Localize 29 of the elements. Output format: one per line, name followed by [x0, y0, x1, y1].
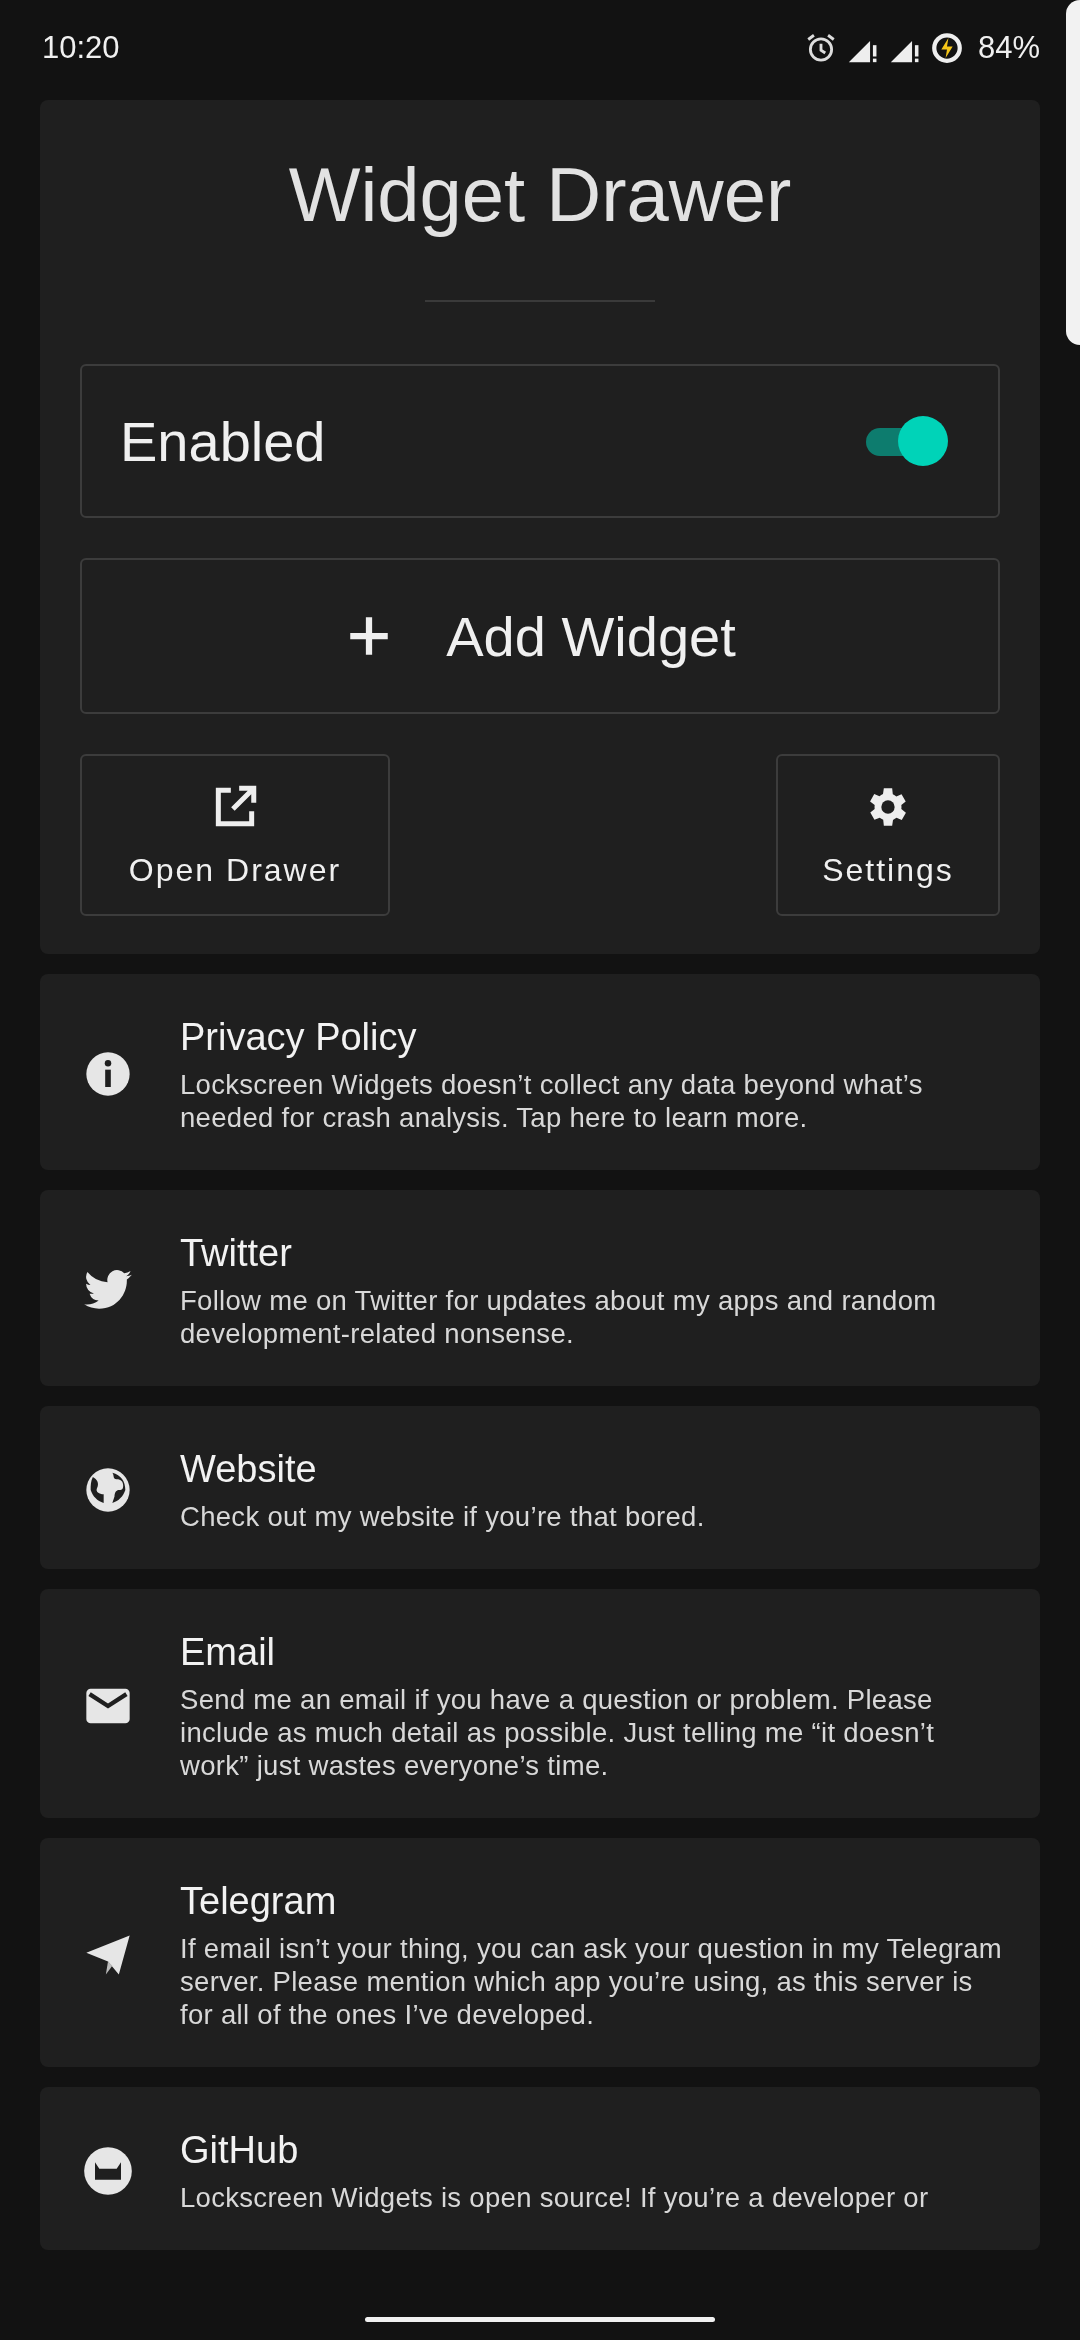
link-card[interactable]: GitHub Lockscreen Widgets is open source! If you’re a developer or [40, 2087, 1040, 2250]
link-card[interactable]: Email Send me an email if you have a question or problem. Please include as much detail as possible. Just telling me “it doesn’t work” just wastes everyone’s time. [40, 1589, 1040, 1818]
enabled-row[interactable]: Enabled [80, 364, 1000, 518]
link-title: Privacy Policy [180, 1015, 418, 1060]
link-description: Send me an email if you have a question or problem. Please include as much detail as possible. Just telling me “it doesn’t work” just wastes everyone’s time. [180, 1683, 936, 1782]
link-card[interactable]: Website Check out my website if you’re that bored. [40, 1406, 1040, 1569]
link-description: Follow me on Twitter for updates about my apps and random development-related nonsense. [180, 1284, 938, 1350]
link-title: Twitter [180, 1231, 293, 1276]
add-widget-button[interactable]: Add Widget [80, 558, 1000, 714]
link-title: Website [180, 1447, 318, 1492]
link-title: GitHub [180, 2128, 300, 2173]
link-card[interactable]: Privacy Policy Lockscreen Widgets doesn’t collect any data beyond what’s needed for crash analysis. Tap here to learn more. [40, 974, 1040, 1170]
battery-icon [929, 31, 964, 65]
link-description: If email isn’t your thing, you can ask your question in my Telegram server. Please mention which app you’re using, as this server is for all of the ones I’ve developed. [180, 1932, 1004, 2031]
gesture-handle[interactable] [365, 2316, 715, 2322]
link-title: Email [180, 1630, 277, 1675]
open-drawer-button[interactable]: Open Drawer [80, 754, 390, 916]
enabled-label: Enabled [120, 408, 326, 474]
link-description: Lockscreen Widgets doesn’t collect any data beyond what’s needed for crash analysis. Tap here to learn more. [180, 1068, 924, 1134]
status-time: 10:20 [42, 30, 120, 66]
link-card[interactable]: Twitter Follow me on Twitter for updates about my apps and random development-related nonsense. [40, 1190, 1040, 1386]
link-card[interactable]: Telegram If email isn’t your thing, you can ask your question in my Telegram server. Please mention which app you’re using, as this server is for all of the ones I’ve developed. [40, 1838, 1040, 2067]
battery-level: 84% [977, 30, 1040, 66]
settings-button[interactable]: Settings [776, 754, 1000, 916]
link-description: Lockscreen Widgets is open source! If you’re a developer or [180, 2181, 929, 2214]
scrollbar[interactable] [1066, 0, 1080, 345]
app-title: Widget Drawer [287, 151, 793, 239]
link-description: Check out my website if you’re that bored. [180, 1500, 705, 1533]
link-title: Telegram [180, 1879, 338, 1924]
